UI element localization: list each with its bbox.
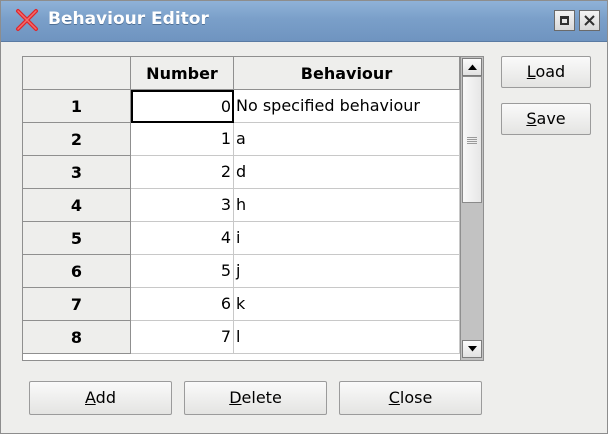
close-window-button[interactable] [579, 10, 600, 31]
grip-line [467, 143, 477, 144]
behaviour-cell[interactable]: h [234, 189, 460, 222]
behaviour-cell[interactable]: l [234, 321, 460, 354]
row-header[interactable]: 2 [23, 123, 131, 156]
behaviour-cell[interactable]: k [234, 288, 460, 321]
number-cell[interactable]: 4 [131, 222, 234, 255]
maximize-icon [560, 16, 569, 25]
grip-line [467, 139, 477, 140]
load-button[interactable]: Load [501, 56, 591, 88]
arrow-up-icon [468, 64, 477, 70]
corner-header [23, 57, 131, 90]
row-header[interactable]: 8 [23, 321, 131, 354]
row-header[interactable]: 6 [23, 255, 131, 288]
close-button[interactable]: Close [339, 381, 482, 415]
number-cell[interactable]: 2 [131, 156, 234, 189]
delete-mnemonic: D [229, 388, 242, 407]
behaviour-cell[interactable]: d [234, 156, 460, 189]
column-header-behaviour[interactable]: Behaviour [234, 57, 460, 90]
row-header[interactable]: 5 [23, 222, 131, 255]
number-cell[interactable]: 5 [131, 255, 234, 288]
behaviour-table[interactable]: Number Behaviour 1 0 No specified behaviou… [22, 56, 484, 361]
delete-label: elete [241, 388, 282, 407]
behaviour-cell[interactable]: a [234, 123, 460, 156]
column-header-number[interactable]: Number [131, 57, 234, 90]
number-cell[interactable]: 6 [131, 288, 234, 321]
number-cell[interactable]: 3 [131, 189, 234, 222]
scroll-up-button[interactable] [462, 58, 482, 76]
save-label: ave [536, 109, 566, 128]
number-cell[interactable]: 0 [131, 90, 234, 123]
behaviour-cell[interactable]: No specified behaviour [234, 90, 460, 123]
add-mnemonic: A [85, 388, 96, 407]
behaviour-editor-window: Behaviour Editor Number Behaviour 1 0 No s… [0, 0, 608, 434]
number-cell[interactable]: 7 [131, 321, 234, 354]
app-close-x-icon [16, 9, 38, 31]
behaviour-cell[interactable]: i [234, 222, 460, 255]
row-header[interactable]: 1 [23, 90, 131, 123]
title-bar[interactable]: Behaviour Editor [1, 1, 607, 42]
close-mnemonic: C [388, 388, 400, 407]
vertical-scrollbar[interactable] [460, 57, 483, 360]
grip-line [467, 141, 477, 142]
close-icon [584, 15, 595, 26]
grip-line [467, 137, 477, 138]
delete-button[interactable]: Delete [184, 381, 327, 415]
save-button[interactable]: Save [501, 103, 591, 135]
row-header[interactable]: 3 [23, 156, 131, 189]
number-cell[interactable]: 1 [131, 123, 234, 156]
close-label: lose [399, 388, 433, 407]
save-mnemonic: S [526, 109, 537, 128]
scroll-down-button[interactable] [462, 340, 482, 358]
add-button[interactable]: Add [29, 381, 172, 415]
maximize-button[interactable] [554, 10, 575, 31]
load-label: oad [535, 62, 566, 81]
arrow-down-icon [468, 346, 477, 352]
window-title: Behaviour Editor [48, 9, 209, 29]
scroll-thumb[interactable] [462, 76, 482, 203]
behaviour-cell[interactable]: j [234, 255, 460, 288]
row-header[interactable]: 4 [23, 189, 131, 222]
row-header[interactable]: 7 [23, 288, 131, 321]
add-label: dd [95, 388, 116, 407]
